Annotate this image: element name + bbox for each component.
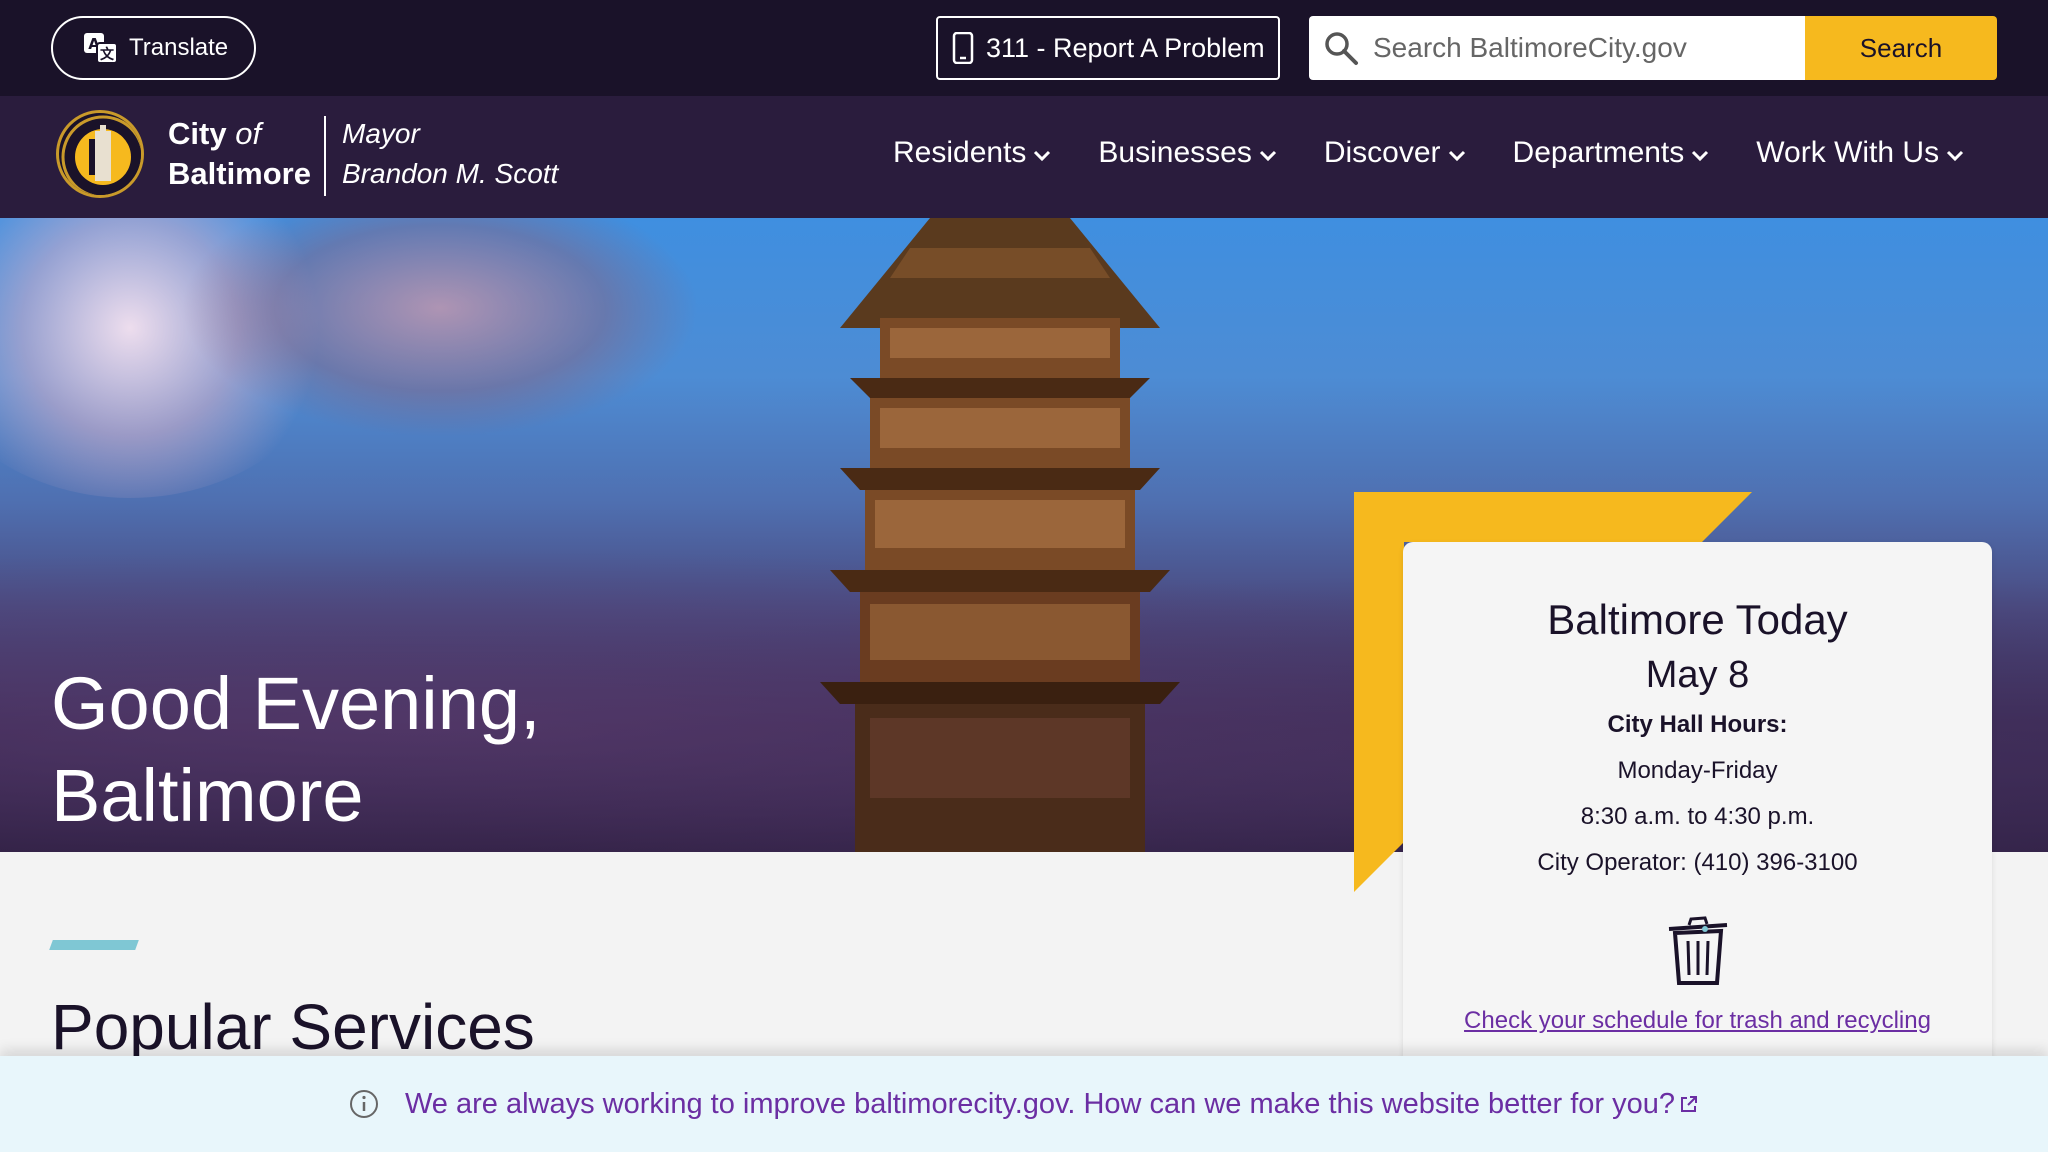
feedback-banner: We are always working to improve baltimo… bbox=[0, 1056, 2048, 1152]
popular-services-heading: Popular Services bbox=[51, 991, 535, 1063]
report-problem-button[interactable]: 311 - Report A Problem bbox=[936, 16, 1280, 80]
search-input[interactable] bbox=[1373, 32, 1793, 64]
pagoda-tower-image bbox=[820, 218, 1180, 852]
nav-label-discover: Discover bbox=[1323, 136, 1441, 169]
nav-menu: Residents Businesses Discover Department… bbox=[893, 136, 2011, 170]
svg-text:文: 文 bbox=[100, 46, 115, 63]
nav-item-businesses[interactable]: Businesses bbox=[1098, 136, 1277, 170]
translate-icon: A 文 bbox=[84, 33, 118, 64]
city-seal-logo[interactable] bbox=[56, 110, 144, 198]
nav-item-work-with-us[interactable]: Work With Us bbox=[1756, 136, 1965, 170]
chevron-down-icon bbox=[1692, 150, 1709, 162]
nav-item-residents[interactable]: Residents bbox=[893, 136, 1052, 170]
trash-can-icon bbox=[1668, 916, 1727, 985]
chevron-down-icon bbox=[1448, 150, 1465, 162]
mayor-title: Mayor bbox=[342, 118, 420, 149]
brand-of: of bbox=[235, 116, 262, 151]
city-operator-phone: City Operator: (410) 396-3100 bbox=[1537, 849, 1858, 876]
brand-divider bbox=[324, 116, 326, 196]
external-link-icon bbox=[1681, 1096, 1698, 1112]
info-icon bbox=[349, 1090, 378, 1118]
nav-item-departments[interactable]: Departments bbox=[1513, 136, 1711, 170]
mayor-name: Mayor Brandon M. Scott bbox=[342, 114, 558, 194]
feedback-link[interactable]: We are always working to improve baltimo… bbox=[405, 1088, 1675, 1121]
phone-icon bbox=[952, 32, 974, 64]
city-name[interactable]: City of Baltimore bbox=[168, 114, 311, 194]
today-title: Baltimore Today bbox=[1547, 596, 1848, 643]
search-button[interactable]: Search bbox=[1805, 16, 1997, 80]
main-navigation: City of Baltimore Mayor Brandon M. Scott… bbox=[0, 96, 2048, 218]
city-hall-hours-label: City Hall Hours: bbox=[1607, 711, 1788, 738]
nav-label-departments: Departments bbox=[1512, 136, 1685, 169]
today-date: May 8 bbox=[1645, 654, 1750, 696]
city-hall-hours: 8:30 a.m. to 4:30 p.m. bbox=[1580, 803, 1815, 830]
section-accent-bar bbox=[49, 940, 139, 950]
chevron-down-icon bbox=[1947, 150, 1964, 162]
city-hall-days: Monday-Friday bbox=[1617, 757, 1778, 784]
chevron-down-icon bbox=[1259, 150, 1276, 162]
trash-schedule-link[interactable]: Check your schedule for trash and recycl… bbox=[1403, 1007, 1992, 1035]
search-form: Search bbox=[1309, 16, 1997, 80]
mayor-full-name: Brandon M. Scott bbox=[342, 158, 559, 189]
greeting-line-1: Good Evening, bbox=[51, 662, 541, 745]
brand-baltimore: Baltimore bbox=[168, 156, 311, 191]
search-icon bbox=[1325, 32, 1358, 65]
nav-item-discover[interactable]: Discover bbox=[1324, 136, 1467, 170]
search-box bbox=[1309, 16, 1805, 80]
nav-label-work-with-us: Work With Us bbox=[1756, 136, 1940, 169]
translate-label: Translate bbox=[129, 34, 229, 61]
report-problem-label: 311 - Report A Problem bbox=[986, 32, 1265, 63]
nav-label-businesses: Businesses bbox=[1098, 136, 1252, 169]
chevron-down-icon bbox=[1034, 150, 1051, 162]
utility-bar: A 文 Translate 311 - Report A Problem Sea… bbox=[0, 0, 2048, 96]
baltimore-today-card: Baltimore Today May 8 City Hall Hours: M… bbox=[1403, 542, 1992, 1102]
greeting-line-2: Baltimore bbox=[51, 754, 364, 837]
hero-greeting: Good Evening, Baltimore bbox=[51, 658, 541, 842]
brand-city: City bbox=[168, 116, 227, 151]
translate-button[interactable]: A 文 Translate bbox=[51, 16, 256, 80]
nav-label-residents: Residents bbox=[893, 136, 1027, 169]
